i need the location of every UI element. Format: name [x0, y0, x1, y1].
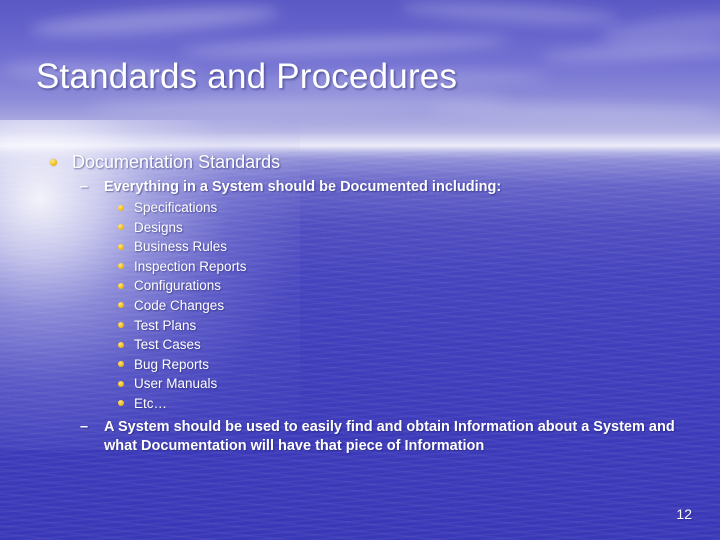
list-item-label: Configurations	[134, 278, 222, 294]
list-item-label: Test Cases	[134, 337, 201, 353]
bullet-level1: Documentation Standards	[0, 150, 720, 174]
slide-content: Standards and Procedures Documentation S…	[0, 0, 720, 540]
list-item: Code Changes	[0, 296, 720, 316]
gold-dot-icon	[118, 243, 124, 250]
bullet-level2-summary-label: A System should be used to easily find a…	[104, 418, 675, 454]
list-item-label: Code Changes	[134, 297, 225, 313]
dash-icon: –	[80, 418, 89, 435]
list-item-label: User Manuals	[134, 376, 218, 392]
bullet-level2-summary: – A System should be used to easily find…	[0, 418, 720, 456]
bullet-level1-label: Documentation Standards	[72, 152, 281, 172]
list-item-label: Business Rules	[134, 239, 228, 255]
list-item: Specifications	[0, 198, 720, 218]
gold-dot-icon	[118, 263, 124, 270]
list-item: Configurations	[0, 276, 720, 296]
list-item: Etc…	[0, 394, 720, 414]
presentation-slide: Standards and Procedures Documentation S…	[0, 0, 720, 540]
gold-dot-icon	[118, 361, 124, 368]
gold-dot-icon	[118, 400, 124, 407]
page-number: 12	[676, 506, 692, 522]
gold-dot-icon	[50, 159, 57, 166]
list-item: User Manuals	[0, 374, 720, 394]
dash-icon: –	[80, 179, 89, 195]
slide-body: Documentation Standards – Everything in …	[0, 150, 720, 457]
list-item-label: Specifications	[134, 200, 218, 215]
list-item: Test Plans	[0, 316, 720, 336]
list-item: Designs	[0, 218, 720, 238]
list-item-label: Designs	[134, 219, 183, 235]
slide-title: Standards and Procedures	[36, 57, 458, 96]
gold-dot-icon	[118, 322, 124, 329]
gold-dot-icon	[118, 380, 124, 387]
list-item: Inspection Reports	[0, 257, 720, 277]
list-item-label: Inspection Reports	[134, 258, 247, 274]
gold-dot-icon	[118, 302, 124, 309]
list-item: Business Rules	[0, 237, 720, 257]
list-item-label: Etc…	[134, 395, 168, 411]
bullet-level2-intro: – Everything in a System should be Docum…	[0, 178, 720, 197]
bullet-level2-intro-label: Everything in a System should be Documen…	[104, 179, 502, 195]
list-item: Test Cases	[0, 335, 720, 355]
list-item: Bug Reports	[0, 355, 720, 375]
gold-dot-icon	[118, 204, 124, 211]
documentation-items-list: Specifications Designs Business Rules In…	[0, 198, 720, 414]
gold-dot-icon	[118, 341, 124, 348]
list-item-label: Bug Reports	[134, 356, 210, 372]
gold-dot-icon	[118, 224, 124, 231]
gold-dot-icon	[118, 282, 124, 289]
list-item-label: Test Plans	[134, 317, 197, 333]
